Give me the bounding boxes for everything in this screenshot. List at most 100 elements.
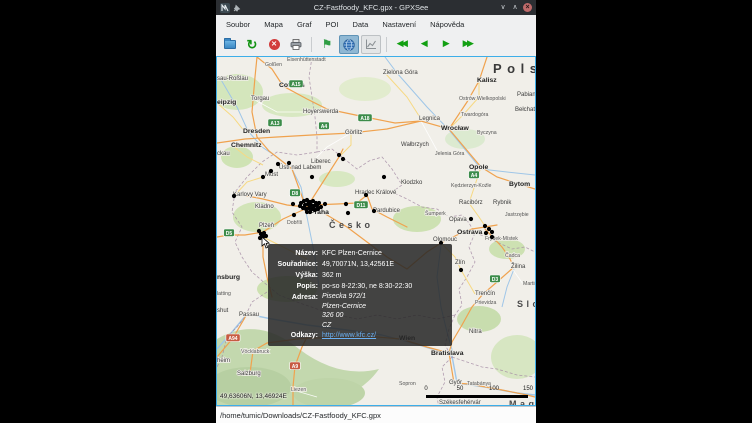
close-file-button[interactable]: ✕ (264, 35, 284, 54)
waypoint-dot[interactable] (291, 202, 295, 206)
map-label-rybnik: Rybnik (493, 200, 512, 206)
svg-text:D5: D5 (226, 231, 233, 237)
title-bar[interactable]: CZ-Fastfoody_KFC.gpx - GPXSee ∨ ∧ × (216, 0, 536, 15)
map-label-jastrz-bie: Jastrzębie (505, 212, 529, 218)
map-label-adca: Čadca (505, 252, 520, 259)
waypoint-dot[interactable] (459, 268, 463, 272)
show-poi-toggle[interactable]: ⚑ (317, 35, 337, 54)
road-badge-a4: A4 (319, 122, 330, 130)
map-label-hradec-kr-lov: Hradec Králové (355, 190, 397, 196)
map-label-polska: Polska (493, 61, 535, 76)
mouse-cursor (261, 236, 270, 249)
map-label-ostrava: Ostrava (457, 229, 483, 236)
tooltip-field-value: 49,70071N, 13,42561E (322, 259, 446, 270)
tooltip-field-label: Popis: (272, 281, 318, 292)
waypoint-dot[interactable] (469, 217, 473, 221)
show-map-toggle[interactable] (339, 35, 359, 54)
graph-icon (365, 39, 377, 50)
waypoint-dot[interactable] (364, 193, 368, 197)
waypoint-dot[interactable] (483, 224, 487, 228)
waypoint-dot[interactable] (323, 202, 327, 206)
waypoint-dot[interactable] (232, 194, 236, 198)
waypoint-dot[interactable] (319, 205, 323, 209)
menu-item-mapa[interactable]: Mapa (257, 18, 290, 31)
folder-icon (224, 40, 236, 49)
tooltip-row-popis: Popis:po-so 8-22:30, ne 8:30-22:30 (272, 281, 446, 292)
svg-text:D11: D11 (357, 203, 366, 209)
waypoint-dot[interactable] (344, 202, 348, 206)
print-icon (290, 39, 302, 50)
tooltip-field-label: Odkazy: (272, 330, 318, 341)
first-file-button[interactable]: ◀◀ (392, 35, 412, 54)
cursor-coordinates: 49,63606N, 13,46924E (220, 393, 287, 400)
waypoint-dot[interactable] (298, 204, 302, 208)
map-viewport[interactable]: PolskaČeskoSlovenskoMagyarországEisenhüt… (216, 56, 536, 406)
menu-item-soubor[interactable]: Soubor (219, 18, 257, 31)
map-label-latting: latting (217, 291, 231, 297)
prev-icon: ◀ (421, 40, 427, 49)
map-label-esko: Česko (329, 219, 374, 230)
address-line: CZ (322, 321, 446, 331)
status-bar: /home/tumic/Downloads/CZ-Fastfoody_KFC.g… (216, 406, 536, 423)
map-label-plze: Plzeň (259, 223, 274, 229)
waypoint-dot[interactable] (276, 162, 280, 166)
waypoint-dot[interactable] (310, 175, 314, 179)
waypoint-dot[interactable] (490, 230, 494, 234)
last-file-button[interactable]: ▶▶ (458, 35, 478, 54)
close-window-button[interactable]: × (523, 3, 532, 12)
menu-item-poi[interactable]: POI (319, 18, 346, 31)
map-label-zl-n: Zlín (455, 260, 465, 266)
svg-text:A94: A94 (228, 336, 237, 342)
waypoint-dot[interactable] (261, 175, 265, 179)
waypoint-link[interactable]: http://www.kfc.cz/ (322, 332, 376, 339)
menu-item-nastaven[interactable]: Nastavení (375, 18, 423, 31)
next-file-button[interactable]: ▶ (436, 35, 456, 54)
reload-icon: ↻ (247, 39, 258, 50)
map-label-ilina: Žilina (511, 262, 526, 270)
map-label-shut: shut (217, 308, 229, 314)
waypoint-dot[interactable] (346, 211, 350, 215)
show-graphs-toggle[interactable] (361, 35, 381, 54)
svg-text:A13: A13 (270, 121, 279, 127)
waypoint-dot[interactable] (269, 169, 273, 173)
menu-item-graf[interactable]: Graf (290, 18, 319, 31)
waypoint-dot[interactable] (292, 213, 296, 217)
map-label-martin: Martin (523, 281, 535, 287)
waypoint-dot[interactable] (337, 153, 341, 157)
close-icon: ✕ (269, 39, 280, 50)
tooltip-row-v-ka: Výška:362 m (272, 270, 446, 281)
map-label-ckau: ckau (217, 151, 230, 157)
map-label-ostr-w-wielkopolski: Ostrów Wielkopolski (459, 96, 506, 102)
scale-label: 150 (523, 386, 533, 392)
waypoint-dot[interactable] (372, 209, 376, 213)
map-label-k-dzierzyn-ko-le: Kędzierzyn-Koźle (451, 183, 491, 189)
map-canvas[interactable]: PolskaČeskoSlovenskoMagyarországEisenhüt… (217, 57, 535, 406)
open-file-button[interactable] (220, 35, 240, 54)
road-badge-d11: D11 (354, 201, 368, 209)
tooltip-field-value: KFC Plzen-Cernice (322, 248, 446, 259)
waypoint-dot[interactable] (487, 227, 491, 231)
waypoint-dot[interactable] (305, 210, 309, 214)
map-label-prievidza: Prievidza (475, 300, 496, 306)
waypoint-dot[interactable] (490, 235, 494, 239)
maximize-button[interactable]: ∧ (509, 0, 521, 15)
waypoint-dot[interactable] (341, 157, 345, 161)
reload-file-button[interactable]: ↻ (242, 35, 262, 54)
menu-bar: SouborMapaGrafPOIDataNastaveníNápověda (216, 15, 536, 33)
map-label-gol-en: Golßen (265, 62, 282, 68)
print-button[interactable] (286, 35, 306, 54)
menu-item-n-pov-da[interactable]: Nápověda (423, 18, 471, 31)
next-icon: ▶ (443, 40, 449, 49)
svg-text:D3: D3 (492, 277, 499, 283)
menu-item-data[interactable]: Data (345, 18, 375, 31)
map-label-slovensko: Slovensko (517, 299, 535, 309)
tooltip-field-value: 362 m (322, 270, 446, 281)
waypoint-dot[interactable] (287, 161, 291, 165)
waypoint-dot[interactable] (382, 175, 386, 179)
minimize-button[interactable]: ∨ (497, 0, 509, 15)
svg-text:A4: A4 (471, 173, 478, 179)
previous-file-button[interactable]: ◀ (414, 35, 434, 54)
waypoint-dot[interactable] (317, 201, 321, 205)
waypoint-dot[interactable] (484, 231, 488, 235)
map-label-kalisz: Kalisz (477, 77, 497, 84)
